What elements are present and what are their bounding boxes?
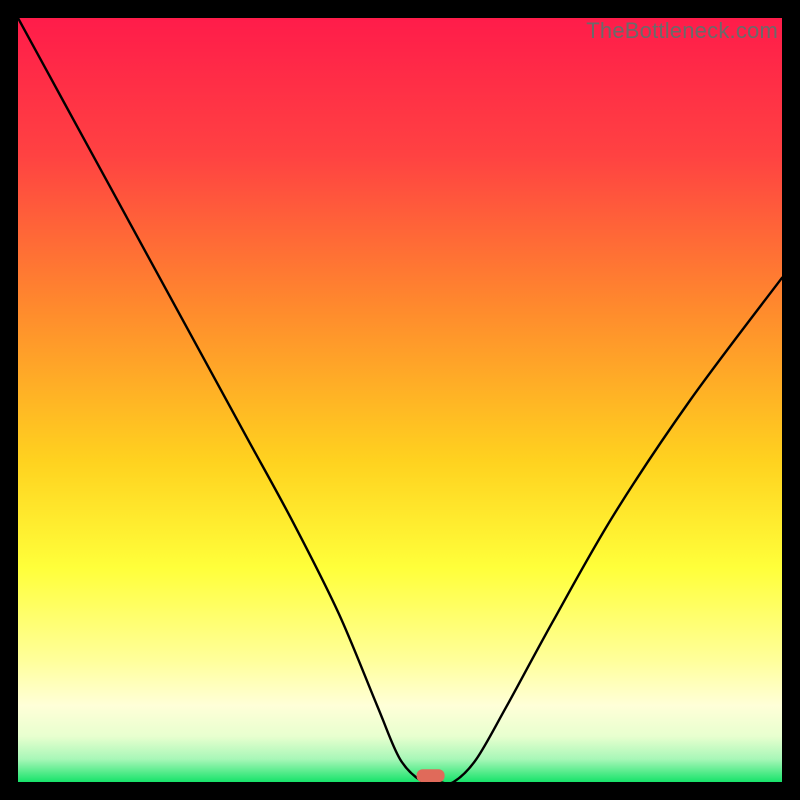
bottleneck-chart — [18, 18, 782, 782]
optimal-marker — [417, 769, 445, 782]
gradient-background — [18, 18, 782, 782]
watermark-text: TheBottleneck.com — [586, 18, 778, 44]
plot-frame: TheBottleneck.com — [18, 18, 782, 782]
